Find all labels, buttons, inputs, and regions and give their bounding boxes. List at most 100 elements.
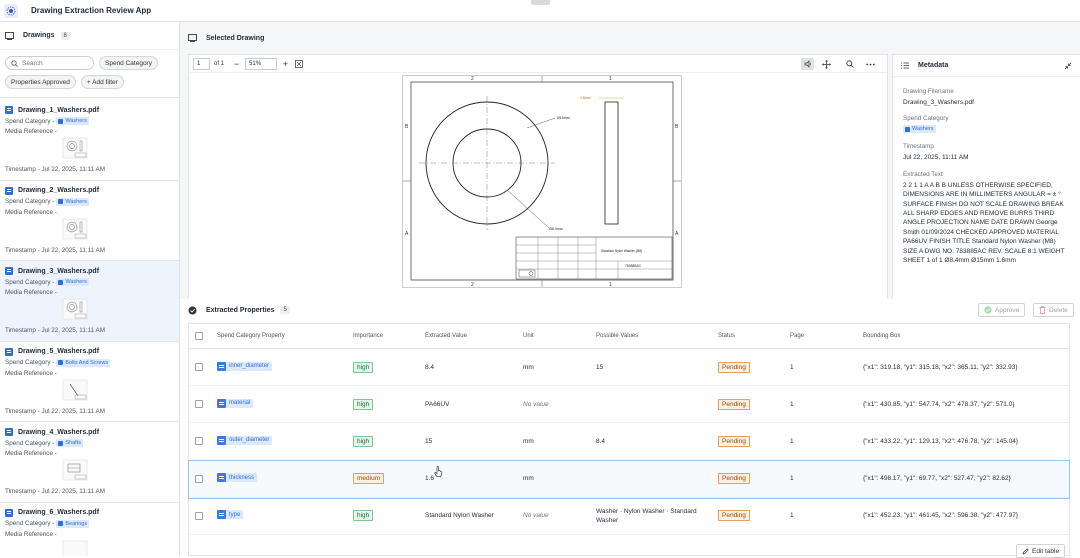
- status-badge: Pending: [718, 361, 750, 373]
- grid-label: 1: [609, 282, 612, 287]
- dimension-inner: Ø8.4mm: [549, 227, 563, 231]
- select-all-checkbox[interactable]: [195, 332, 203, 340]
- drawing-list-item[interactable]: Drawing_2_Washers.pdf Spend Category - Wa…: [0, 181, 179, 262]
- app-logo-icon: [4, 3, 18, 18]
- page-number-input[interactable]: 1: [193, 57, 210, 70]
- select-tool-button[interactable]: [801, 58, 814, 70]
- extracted-properties-title: Extracted Properties: [206, 306, 275, 314]
- drawing-thumbnail[interactable]: [60, 378, 90, 402]
- fit-page-button[interactable]: [292, 58, 305, 70]
- more-options-button[interactable]: [864, 58, 877, 70]
- status-badge: Pending: [718, 435, 750, 447]
- table-row[interactable]: outer_diameter high 15 mm 8.4 Pending 1 …: [189, 423, 1069, 461]
- zoom-in-button[interactable]: +: [279, 58, 292, 70]
- row-checkbox[interactable]: [195, 474, 203, 483]
- timestamp-label: Timestamp: [903, 143, 934, 151]
- approve-button[interactable]: Approve: [978, 303, 1026, 317]
- zoom-level-input[interactable]: 51%: [245, 57, 278, 70]
- column-header[interactable]: Unit: [523, 333, 596, 339]
- table-row-hovered[interactable]: thickness medium 1.6 mm Pending 1 {"x1":…: [188, 459, 1070, 499]
- drawing-list-item-selected[interactable]: Drawing_3_Washers.pdf Spend Category - Wa…: [0, 261, 179, 342]
- spend-category-tag: Bearings: [56, 519, 90, 528]
- delete-button[interactable]: Delete: [1033, 303, 1074, 317]
- check-circle-icon: [984, 306, 992, 314]
- column-header[interactable]: Possible Values: [596, 332, 718, 341]
- spend-category-label: Spend Category: [903, 115, 949, 123]
- property-icon: [217, 510, 226, 520]
- extracted-text-value: 2 2 1 1 A A B B UNLESS OTHERWISE SPECIFI…: [903, 181, 1065, 264]
- title-block-number: 783885AC: [625, 264, 642, 268]
- spend-category-tag: Shafts: [56, 439, 83, 448]
- dimension-outer: Ø15mm: [557, 116, 570, 120]
- panel-handle[interactable]: [531, 0, 550, 5]
- grid-label: 2: [471, 282, 474, 287]
- media-reference-label: Media Reference -: [5, 289, 57, 297]
- column-header[interactable]: Importance: [353, 333, 425, 339]
- pan-tool-button[interactable]: [820, 58, 833, 70]
- drawing-title: Drawing_2_Washers.pdf: [18, 187, 100, 195]
- row-checkbox[interactable]: [195, 437, 203, 446]
- tag-icon: [58, 521, 64, 527]
- drawing-list-item[interactable]: Drawing_4_Washers.pdf Spend Category - Sh…: [0, 422, 179, 503]
- unit-value: mm: [523, 437, 534, 445]
- drawing-list-item[interactable]: Drawing_6_Washers.pdf Spend Category - Be…: [0, 503, 179, 556]
- drawing-thumbnail[interactable]: [60, 136, 90, 160]
- pdf-file-icon: [5, 508, 13, 517]
- row-checkbox[interactable]: [195, 400, 203, 409]
- page-total: of 1: [214, 60, 225, 67]
- property-tag: inner_diameter: [217, 361, 273, 371]
- search-document-button[interactable]: [843, 58, 856, 70]
- drawing-timestamp: Timestamp - Jul 22, 2025, 11:11 AM: [5, 488, 105, 496]
- timestamp-value: Jul 22, 2025, 11:11 AM: [903, 154, 969, 162]
- page-value: 1: [790, 475, 794, 483]
- drawing-list-item[interactable]: Drawing_5_Washers.pdf Spend Category - Bo…: [0, 342, 179, 423]
- bounding-box-value: {"x1": 430.85, "y1": 547.74, "x2": 478.3…: [863, 400, 1015, 408]
- drawing-thumbnail[interactable]: [60, 297, 90, 321]
- extracted-properties-panel: Extracted Properties 5 Approve Delete Sp…: [180, 299, 1080, 556]
- row-checkbox[interactable]: [195, 511, 203, 520]
- table-row[interactable]: material high PA66UV No value Pending 1 …: [189, 386, 1069, 424]
- column-header[interactable]: Spend Category Property: [209, 333, 353, 339]
- row-checkbox[interactable]: [195, 363, 203, 372]
- pencil-icon: [1022, 547, 1029, 554]
- pdf-file-icon: [5, 428, 13, 437]
- tag-icon: [58, 279, 64, 285]
- property-tag: material: [217, 398, 254, 408]
- unit-value: mm: [523, 475, 534, 483]
- property-tag: type: [217, 510, 244, 520]
- search-input[interactable]: [22, 59, 88, 67]
- unit-value: No value: [523, 512, 549, 520]
- drawing-thumbnail[interactable]: [60, 217, 90, 241]
- drawing-timestamp: Timestamp - Jul 22, 2025, 11:11 AM: [5, 407, 105, 415]
- spend-category-filter[interactable]: Spend Category: [99, 56, 158, 70]
- bounding-box-value: {"x1": 433.22, "y1": 129.13, "x2": 476.7…: [863, 437, 1019, 445]
- page-value: 1: [790, 363, 794, 371]
- add-filter-button[interactable]: + Add filter: [80, 75, 124, 89]
- extracted-value: Standard Nylon Washer: [425, 512, 494, 520]
- column-header[interactable]: Bounding Box: [863, 333, 1069, 339]
- column-header[interactable]: Extracted Value: [425, 333, 523, 339]
- bounding-box-value: {"x1": 319.18, "y1": 315.18, "x2": 365.1…: [863, 363, 1018, 371]
- drawing-thumbnail[interactable]: [60, 458, 90, 482]
- search-box[interactable]: [5, 56, 94, 70]
- collapse-icon[interactable]: [1064, 62, 1072, 70]
- drawing-thumbnail[interactable]: [60, 539, 90, 556]
- tag-icon: [905, 126, 910, 132]
- extracted-value: PA66UV: [425, 400, 450, 408]
- property-icon: [217, 361, 226, 371]
- media-reference-label: Media Reference -: [5, 208, 57, 216]
- drawing-list-item[interactable]: Drawing_1_Washers.pdf Spend Category - Wa…: [0, 100, 179, 181]
- possible-values: 8.4: [596, 437, 606, 445]
- properties-approved-filter[interactable]: Properties Approved: [5, 75, 76, 89]
- table-row[interactable]: inner_diameter high 8.4 mm 15 Pending 1 …: [189, 349, 1069, 387]
- drawings-icon: [5, 31, 14, 40]
- zoom-out-button[interactable]: −: [230, 58, 243, 70]
- drawing-canvas[interactable]: 2 1 2 1 B A B A Ø15mm Ø8.4mm 1.6mm Stand…: [189, 73, 887, 309]
- properties-count: 5: [280, 306, 290, 314]
- table-row[interactable]: type high Standard Nylon Washer No value…: [189, 498, 1069, 535]
- dimension-thickness: 1.6mm: [580, 96, 591, 100]
- drawings-sidebar: Drawings 8 Spend Category Properties App…: [0, 22, 180, 556]
- column-header[interactable]: Status: [718, 333, 790, 339]
- page-value: 1: [790, 512, 794, 520]
- column-header[interactable]: Page: [790, 333, 863, 339]
